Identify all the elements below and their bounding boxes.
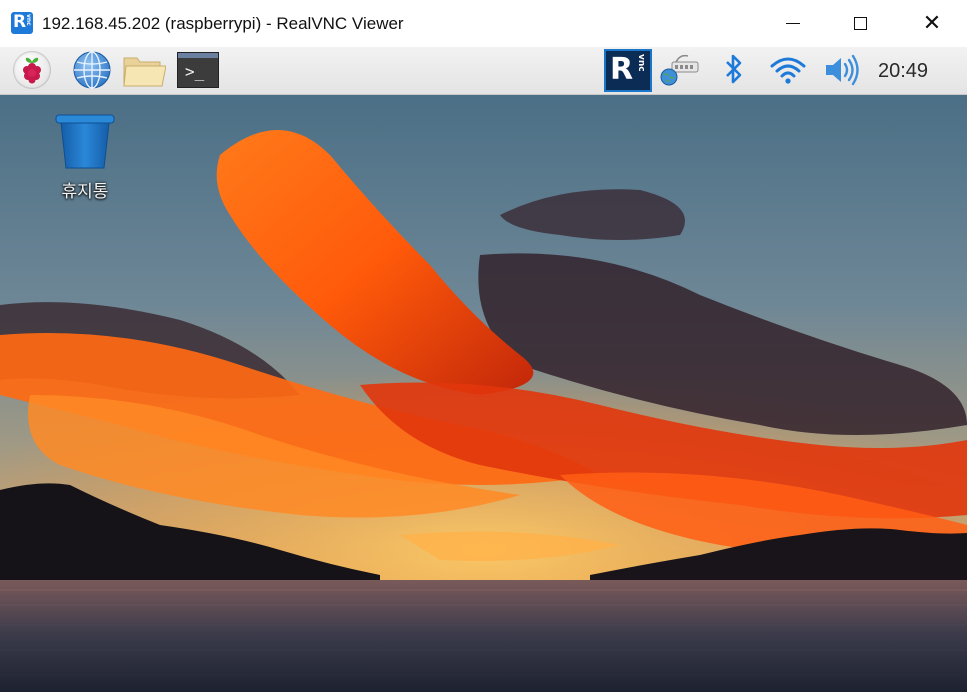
web-browser-button[interactable] [70,50,114,90]
vnc-server-tray-button[interactable]: R vnc [604,49,652,92]
vnc-server-small-text: vnc [636,54,646,72]
network-icon [660,54,699,86]
file-manager-icon [123,57,166,87]
volume-icon [826,54,859,86]
trash-label: 휴지통 [61,182,109,202]
wifi-tray-button[interactable] [766,50,810,90]
terminal-button[interactable]: >_ [176,50,220,90]
clock[interactable]: 20:49 [878,60,928,83]
maximize-icon [853,16,867,30]
desktop-wallpaper [0,95,967,692]
trash-desktop-icon[interactable]: 휴지통 [42,113,128,205]
minimize-button[interactable] [770,0,816,46]
window-title: 192.168.45.202 (raspberrypi) - RealVNC V… [42,14,404,33]
bluetooth-tray-button[interactable] [712,50,756,90]
bluetooth-icon [726,54,742,84]
raspberry-menu-button[interactable] [10,50,54,90]
raspberry-menu-icon [13,51,51,89]
wifi-icon [770,57,806,84]
close-button[interactable]: ✕ [909,0,955,46]
network-tray-button[interactable] [658,50,702,90]
volume-tray-button[interactable] [820,50,864,90]
close-icon: ✕ [922,10,942,36]
trash-icon [55,114,115,169]
terminal-icon: >_ [177,52,219,88]
minimize-icon [786,22,800,24]
realvnc-app-icon[interactable]: R vnc [11,12,33,34]
terminal-prompt: >_ [185,62,205,81]
taskbar-panel: >_ R vnc 20:49 [0,47,967,95]
web-browser-icon [73,51,111,89]
file-manager-button[interactable] [122,50,166,90]
app-icon-small-text: vnc [25,14,32,26]
vnc-server-icon: R [610,52,634,87]
window-title-bar[interactable]: R vnc 192.168.45.202 (raspberrypi) - Rea… [0,0,967,48]
maximize-button[interactable] [837,0,883,46]
desktop[interactable]: 휴지통 [0,95,967,692]
